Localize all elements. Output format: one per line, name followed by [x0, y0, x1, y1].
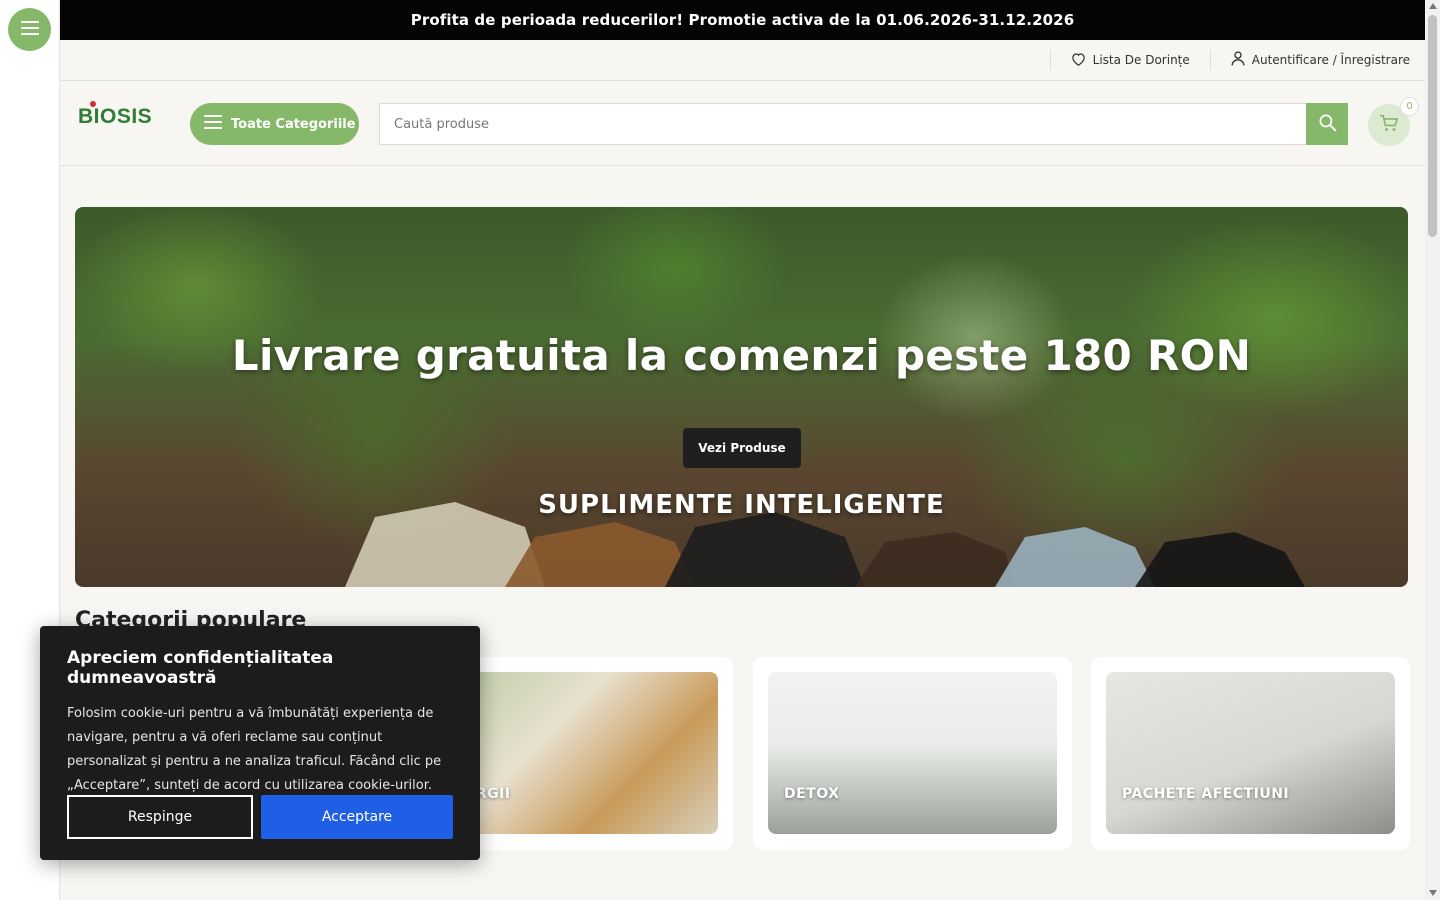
promo-text: Profita de perioada reducerilor! Promoti… [410, 11, 1075, 29]
user-icon [1231, 51, 1245, 69]
auth-link[interactable]: Autentificare / Înregistrare [1231, 51, 1410, 69]
scroll-thumb[interactable] [1428, 15, 1437, 237]
category-image: DETOX [768, 672, 1057, 834]
hero-subtitle: SUPLIMENTE INTELIGENTE [538, 490, 945, 520]
wishlist-label: Lista De Dorințe [1092, 53, 1190, 67]
top-bar: Lista De Dorințe Autentificare / Înregis… [60, 40, 1425, 81]
cookie-consent-dialog: Apreciem confidențialitatea dumneavoastr… [40, 626, 480, 860]
cookie-title: Apreciem confidențialitatea dumneavoastr… [67, 648, 334, 688]
category-image: PACHETE AFECTIUNI [1106, 672, 1395, 834]
divider [1209, 50, 1211, 70]
cookie-body: Folosim cookie-uri pentru a vă îmbunătăț… [67, 706, 442, 793]
search-button[interactable] [1306, 103, 1348, 145]
cart-button[interactable]: 0 [1368, 97, 1419, 146]
cookie-actions: Respinge Acceptare [67, 795, 453, 839]
search-input[interactable] [379, 103, 1306, 145]
hero-banner: Livrare gratuita la comenzi peste 180 RO… [75, 207, 1408, 587]
site-header: BIOSIS Toate Categoriile 0 [60, 81, 1425, 166]
auth-label: Autentificare / Înregistrare [1251, 53, 1410, 67]
accept-cookies-button[interactable]: Acceptare [261, 795, 453, 839]
divider [1049, 50, 1051, 70]
view-products-button[interactable]: Vezi Produse [683, 428, 801, 468]
category-label: DETOX [784, 786, 840, 802]
cart-count-badge: 0 [1400, 97, 1419, 116]
scroll-down-arrow-icon[interactable] [1429, 890, 1437, 896]
hamburger-icon [20, 20, 39, 39]
category-card-detox[interactable]: DETOX [753, 657, 1072, 850]
hamburger-icon [204, 115, 222, 133]
heart-icon [1071, 52, 1086, 69]
wishlist-link[interactable]: Lista De Dorințe [1071, 52, 1190, 69]
side-menu-button[interactable] [8, 8, 51, 51]
promo-banner: Profita de perioada reducerilor! Promoti… [60, 0, 1425, 40]
hero-title: Livrare gratuita la comenzi peste 180 RO… [231, 331, 1252, 380]
all-categories-button[interactable]: Toate Categoriile [190, 103, 359, 145]
logo[interactable]: BIOSIS [78, 101, 153, 129]
search-icon [1318, 113, 1337, 136]
page-scrollbar[interactable] [1425, 0, 1440, 900]
category-card-packages[interactable]: PACHETE AFECTIUNI [1091, 657, 1410, 850]
reject-cookies-button[interactable]: Respinge [67, 795, 253, 839]
logo-text: BIOSIS [78, 105, 153, 128]
cart-icon [1379, 114, 1399, 136]
all-categories-label: Toate Categoriile [231, 116, 356, 132]
logo-dot [90, 101, 96, 107]
search-bar [379, 103, 1348, 145]
scroll-up-arrow-icon[interactable] [1429, 3, 1437, 9]
category-label: PACHETE AFECTIUNI [1122, 786, 1290, 802]
